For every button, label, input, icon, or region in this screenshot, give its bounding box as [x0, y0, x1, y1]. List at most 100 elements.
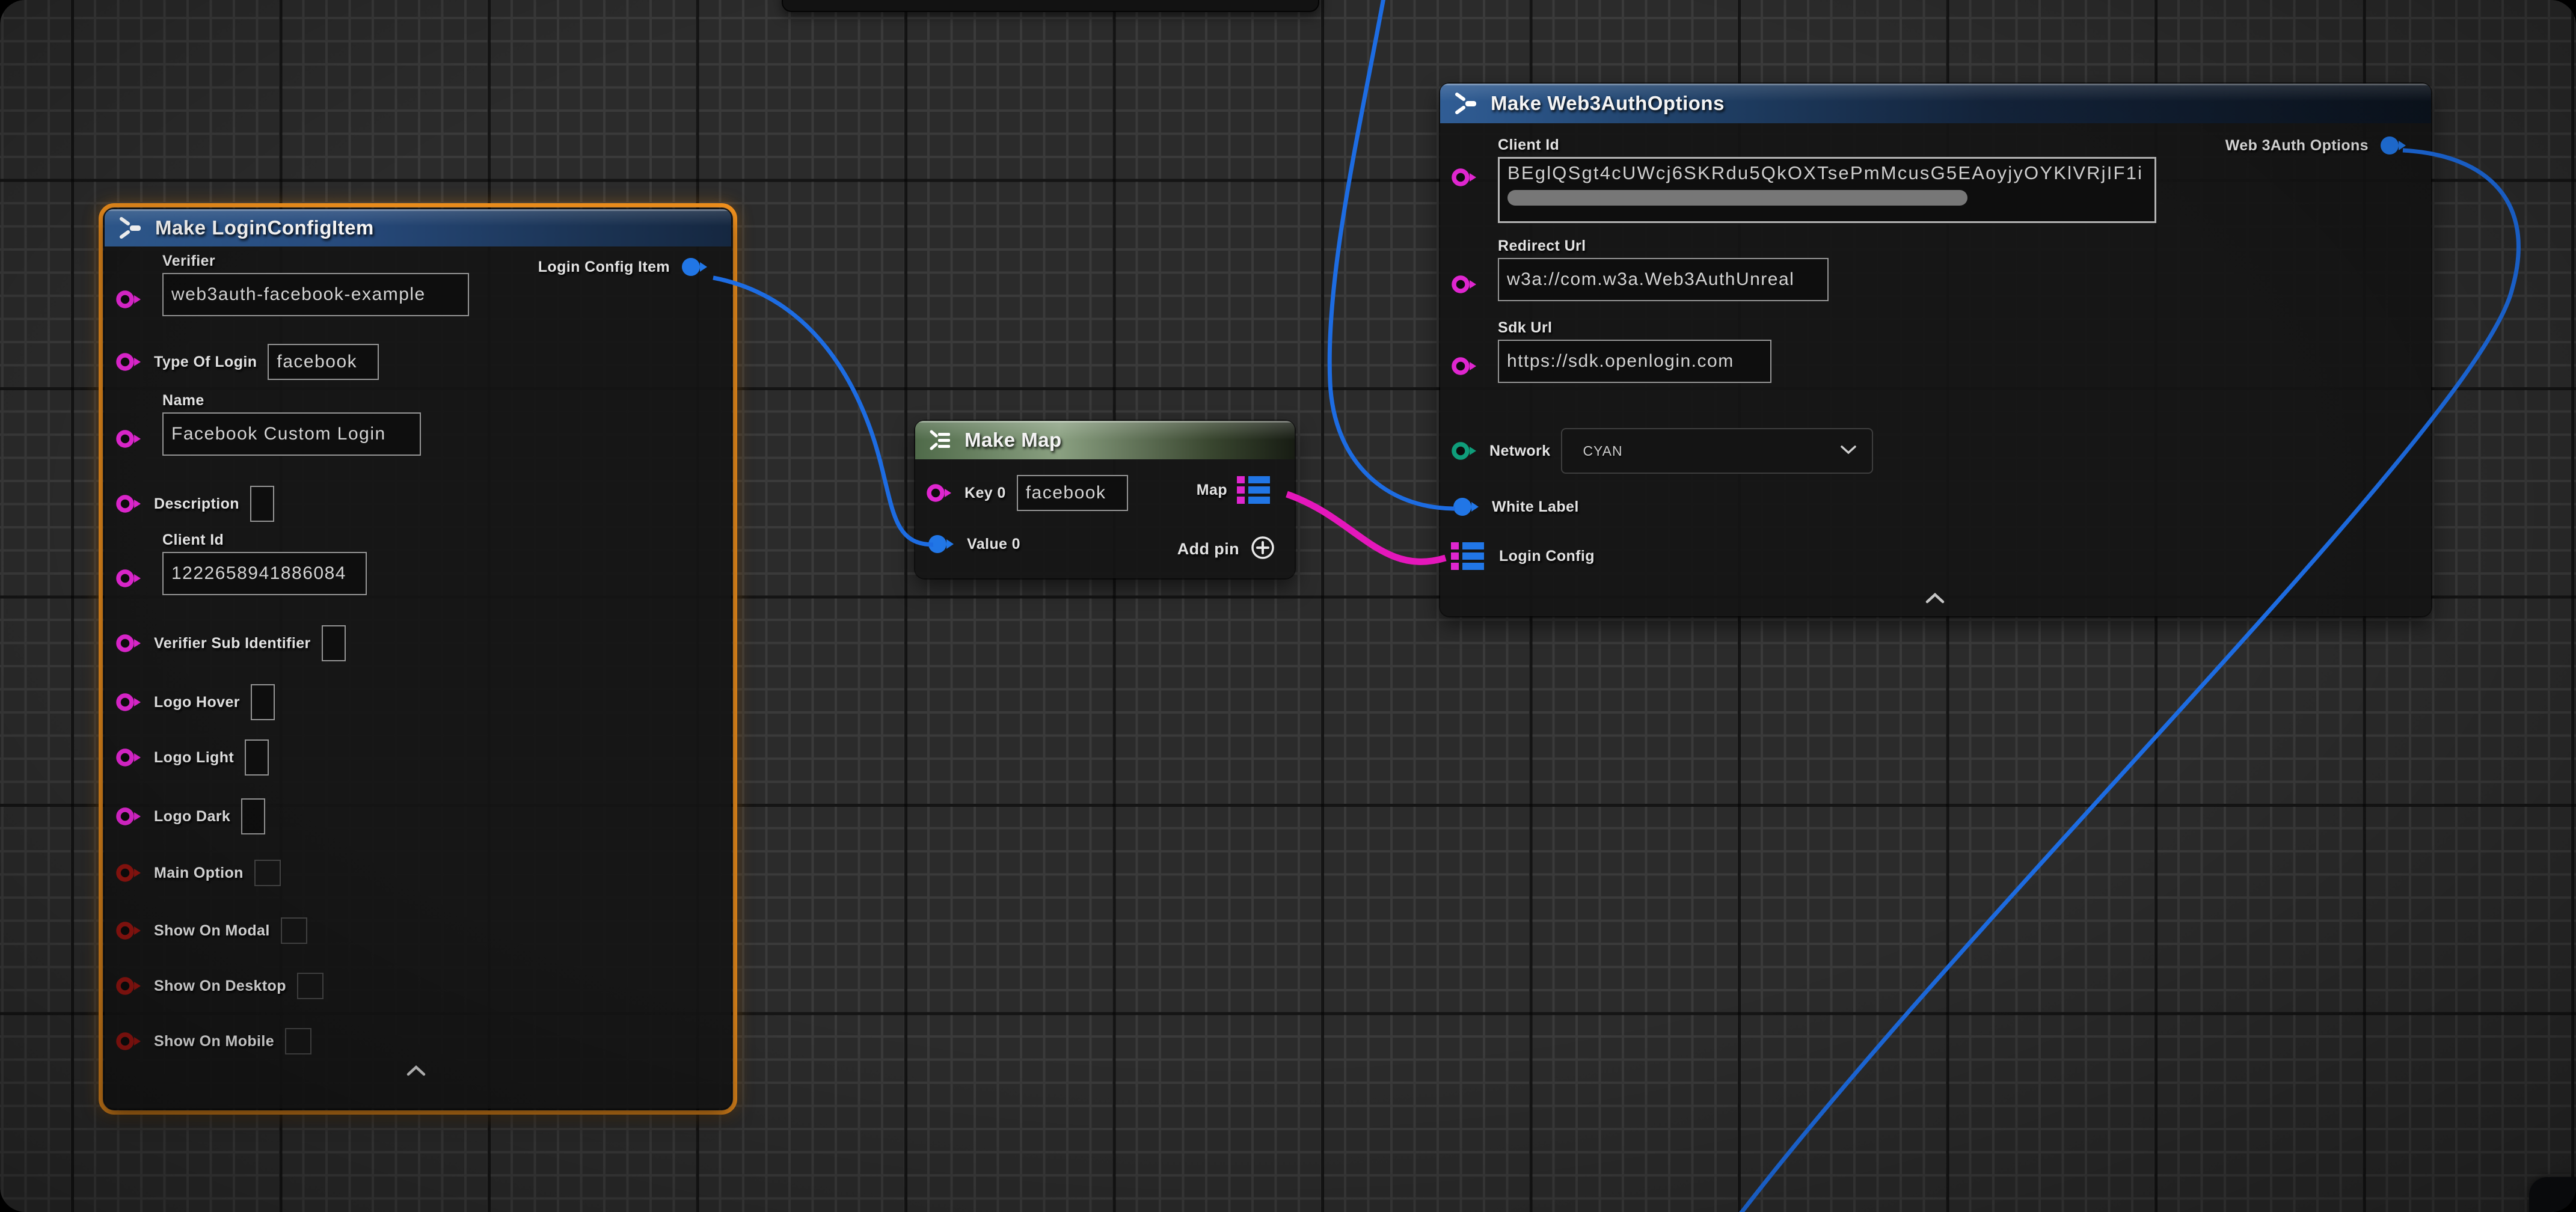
string-pin[interactable] — [115, 804, 143, 828]
pin-row: Show On Desktop — [115, 968, 324, 1004]
text-input-value: BEglQSgt4cUWcj6SKRdu5QkOXTsePmMcusG5EAoy… — [1507, 162, 2147, 184]
pin-row: Client Id BEglQSgt4cUWcj6SKRdu5QkOXTsePmM… — [1451, 136, 2156, 223]
node-make-map[interactable]: Make Map Map Key 0facebookValue 0 Add pi… — [915, 421, 1295, 578]
string-pin[interactable] — [115, 566, 143, 590]
collapse-chevron-icon[interactable] — [405, 1064, 427, 1077]
text-input[interactable]: BEglQSgt4cUWcj6SKRdu5QkOXTsePmMcusG5EAoy… — [1498, 157, 2156, 223]
pin-label: Show On Mobile — [154, 1033, 274, 1050]
string-pin[interactable] — [115, 492, 143, 516]
object-pin[interactable] — [1451, 494, 1481, 520]
pin-row: Type Of Loginfacebook — [115, 344, 379, 380]
make-struct-icon — [117, 216, 144, 240]
pin-label: Client Id — [1498, 136, 1559, 154]
output-pin-label: Map — [1197, 482, 1227, 499]
pin-label: Show On Modal — [154, 922, 270, 940]
node-header[interactable]: Make Web3AuthOptions — [1440, 84, 2431, 123]
labeled-input: Client Id BEglQSgt4cUWcj6SKRdu5QkOXTsePmM… — [1498, 136, 2156, 223]
pin-label: Logo Hover — [154, 694, 240, 711]
node-make-loginconfigitem[interactable]: Make LoginConfigItem Login Config Item V… — [105, 209, 731, 1109]
pin-label: Logo Dark — [154, 808, 230, 825]
string-pin[interactable] — [1451, 272, 1479, 296]
chevron-down-icon — [1839, 444, 1857, 458]
string-pin[interactable] — [115, 287, 143, 311]
string-pin[interactable] — [115, 427, 143, 451]
pin-row: Logo Hover — [115, 684, 275, 720]
pin-label: Network — [1489, 442, 1550, 460]
checkbox[interactable] — [254, 860, 281, 886]
object-pin[interactable] — [926, 531, 956, 557]
string-pin[interactable] — [115, 350, 143, 374]
bool-pin[interactable] — [115, 861, 143, 885]
pin-row: Show On Modal — [115, 913, 307, 949]
pin-row: Login Config — [1451, 538, 1595, 574]
text-input[interactable]: facebook — [268, 344, 379, 380]
node-title: Make Map — [964, 429, 1062, 451]
plus-circle-icon — [1249, 534, 1277, 565]
labeled-input: Name Facebook Custom Login — [162, 392, 421, 456]
wire-loginconfigitem-to-value0 — [713, 278, 933, 545]
labeled-input: Verifierweb3auth-facebook-example — [162, 252, 469, 316]
pin-label: Sdk Url — [1498, 319, 1552, 337]
dropdown-value: CYAN — [1583, 443, 1622, 459]
node-make-web3authoptions[interactable]: Make Web3AuthOptions Web 3Auth Options C… — [1440, 84, 2431, 616]
output-row: Login Config Item — [538, 254, 710, 280]
node-header[interactable]: Make LoginConfigItem — [105, 209, 731, 246]
checkbox[interactable] — [285, 1028, 311, 1054]
bool-pin[interactable] — [115, 974, 143, 998]
string-pin[interactable] — [926, 481, 954, 505]
pin-row: Logo Dark — [115, 798, 265, 834]
pin-label: Description — [154, 495, 239, 513]
text-input[interactable]: 1222658941886084 — [162, 552, 367, 595]
string-pin[interactable] — [115, 690, 143, 714]
text-input[interactable] — [250, 486, 274, 522]
string-pin[interactable] — [1451, 165, 1479, 189]
offscreen-node-corner[interactable] — [2529, 1177, 2576, 1212]
bool-pin[interactable] — [115, 1029, 143, 1053]
pin-label: Name — [162, 392, 204, 409]
bool-pin[interactable] — [115, 919, 143, 943]
collapse-chevron-icon[interactable] — [1924, 592, 1946, 605]
pin-row: Main Option — [115, 855, 281, 891]
text-input[interactable]: https://sdk.openlogin.com — [1498, 340, 1771, 383]
network-dropdown[interactable]: CYAN — [1561, 428, 1873, 474]
text-input[interactable]: facebook — [1017, 475, 1128, 511]
enum-pin[interactable] — [1451, 439, 1479, 463]
pin-row: Client Id1222658941886084 — [115, 531, 367, 595]
checkbox[interactable] — [281, 917, 307, 944]
output-pin[interactable] — [679, 254, 710, 280]
offscreen-node-top[interactable] — [782, 0, 1319, 12]
pin-row: Network CYAN — [1451, 428, 1873, 474]
labeled-input: Sdk Url https://sdk.openlogin.com — [1498, 319, 1771, 383]
output-pin-label: Web 3Auth Options — [2225, 137, 2369, 155]
checkbox[interactable] — [297, 973, 324, 999]
output-pin[interactable] — [2378, 132, 2408, 159]
text-input[interactable] — [251, 684, 275, 720]
string-pin[interactable] — [115, 631, 143, 655]
pin-label: Main Option — [154, 865, 244, 882]
text-input[interactable]: Facebook Custom Login — [162, 412, 421, 456]
make-struct-icon — [1452, 91, 1480, 115]
pin-label: Login Config — [1499, 548, 1595, 565]
map-output-pin[interactable] — [1237, 475, 1274, 505]
node-title: Make LoginConfigItem — [155, 216, 374, 239]
graph-canvas[interactable]: Make LoginConfigItem Login Config Item V… — [0, 0, 2576, 1212]
text-input[interactable]: web3auth-facebook-example — [162, 273, 469, 316]
text-input[interactable]: w3a://com.w3a.Web3AuthUnreal — [1498, 258, 1829, 301]
string-pin[interactable] — [1451, 354, 1479, 378]
text-input[interactable] — [245, 739, 269, 776]
pin-row: Show On Mobile — [115, 1023, 311, 1059]
pin-row: Key 0facebook — [926, 475, 1128, 511]
add-pin-button[interactable]: Add pin — [1177, 534, 1277, 565]
selection-outline: Make LoginConfigItem Login Config Item V… — [99, 203, 737, 1115]
string-pin[interactable] — [115, 745, 143, 770]
pin-label: Redirect Url — [1498, 237, 1586, 255]
textbox-scrollbar[interactable] — [1507, 190, 1967, 206]
node-header[interactable]: Make Map — [915, 421, 1295, 459]
pin-row: Sdk Url https://sdk.openlogin.com — [1451, 319, 1771, 383]
map-pin[interactable] — [1451, 541, 1488, 571]
text-input[interactable] — [322, 625, 346, 661]
text-input[interactable] — [241, 798, 265, 834]
node-title: Make Web3AuthOptions — [1491, 92, 1725, 115]
add-pin-label: Add pin — [1177, 540, 1239, 559]
pin-row: White Label — [1451, 489, 1579, 525]
